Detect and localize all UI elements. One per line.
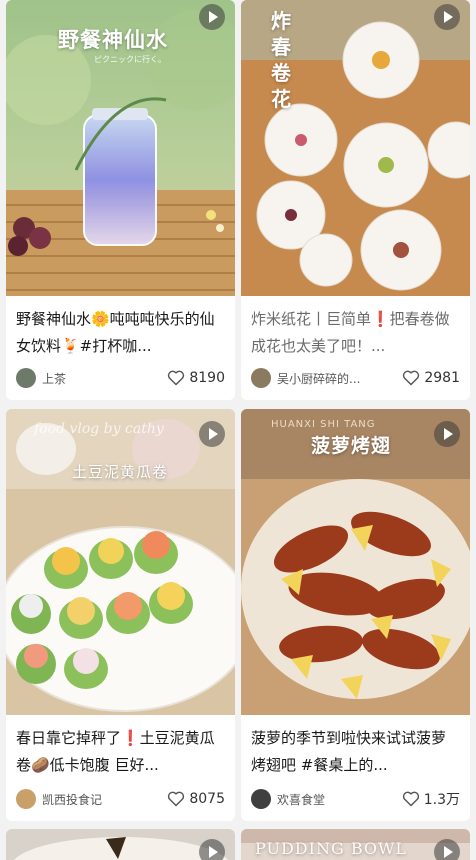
feed-card-partial-right[interactable]: PUDDING BOWL [241,829,470,860]
like-count: 1.3万 [423,792,460,808]
card-title[interactable]: 野餐神仙水🌼吨吨吨快乐的仙女饮料🍹#打杯咖... [6,306,235,360]
card-cover-image[interactable] [6,829,235,860]
card-meta: 吴小厨碎碎的... 2981 [251,366,460,390]
like-count: 8190 [189,370,225,386]
cover-title: 菠萝烤翅 [311,435,392,457]
author-name[interactable]: 吴小厨碎碎的... [277,370,402,387]
heart-icon[interactable] [167,791,185,807]
feed-card-rice-paper-flower[interactable]: 炸春卷花 炸米纸花丨巨简单❗把春卷做成花也太美了吧！... 吴小厨碎碎的... … [241,0,470,400]
like-count: 8075 [189,791,225,807]
heart-icon[interactable] [402,791,420,807]
author-name[interactable]: 上茶 [42,370,167,387]
feed-card-picnic-drink[interactable]: 野餐神仙水 ピクニックに行く。 野餐神仙水🌼吨吨吨快乐的仙女饮料🍹#打杯咖...… [6,0,235,400]
cover-subtitle: ピクニックに行く。 [94,55,166,64]
play-icon[interactable] [199,4,225,30]
play-icon[interactable] [434,839,460,860]
feed-card-partial-left[interactable] [6,829,235,860]
play-icon[interactable] [434,4,460,30]
cover-subtitle: food vlog by cathy [34,421,164,437]
author-name[interactable]: 凯西投食记 [42,791,167,808]
play-icon[interactable] [199,421,225,447]
card-meta: 上茶 8190 [16,366,225,390]
like-count: 2981 [424,370,460,386]
card-title[interactable]: 炸米纸花丨巨简单❗把春卷做成花也太美了吧！... [241,306,470,360]
play-icon[interactable] [434,421,460,447]
heart-icon[interactable] [402,370,420,386]
heart-icon[interactable] [167,370,185,386]
card-cover-image[interactable]: HUANXI SHI TANG 菠萝烤翅 [241,409,470,715]
card-title[interactable]: 春日靠它掉秤了❗土豆泥黄瓜卷🥔低卡饱腹 巨好... [6,725,235,779]
feed-card-pineapple-wings[interactable]: HUANXI SHI TANG 菠萝烤翅 菠萝的季节到啦快来试试菠萝烤翅吧 #餐… [241,409,470,821]
card-meta: 凯西投食记 8075 [16,787,225,811]
avatar[interactable] [16,789,36,809]
card-cover-image[interactable]: PUDDING BOWL [241,829,470,860]
play-icon[interactable] [199,839,225,860]
card-cover-image[interactable]: food vlog by cathy 土豆泥黄瓜卷 [6,409,235,715]
cover-title: 野餐神仙水 [58,27,168,52]
card-cover-image[interactable]: 炸春卷花 [241,0,470,296]
cover-title: 炸春卷花 [271,9,292,111]
card-title[interactable]: 菠萝的季节到啦快来试试菠萝烤翅吧 #餐桌上的... [241,725,470,779]
avatar[interactable] [16,368,36,388]
cover-title: 土豆泥黄瓜卷 [72,463,169,481]
cover-illustration [6,409,235,715]
author-name[interactable]: 欢喜食堂 [277,791,402,808]
avatar[interactable] [251,789,271,809]
cover-subtitle: HUANXI SHI TANG [271,419,376,430]
card-cover-image[interactable]: 野餐神仙水 ピクニックに行く。 [6,0,235,296]
feed-card-cucumber-rolls[interactable]: food vlog by cathy 土豆泥黄瓜卷 春日靠它掉秤了❗土豆泥黄瓜卷… [6,409,235,821]
avatar[interactable] [251,368,271,388]
cover-title: PUDDING BOWL [255,839,408,858]
card-meta: 欢喜食堂 1.3万 [251,787,460,811]
